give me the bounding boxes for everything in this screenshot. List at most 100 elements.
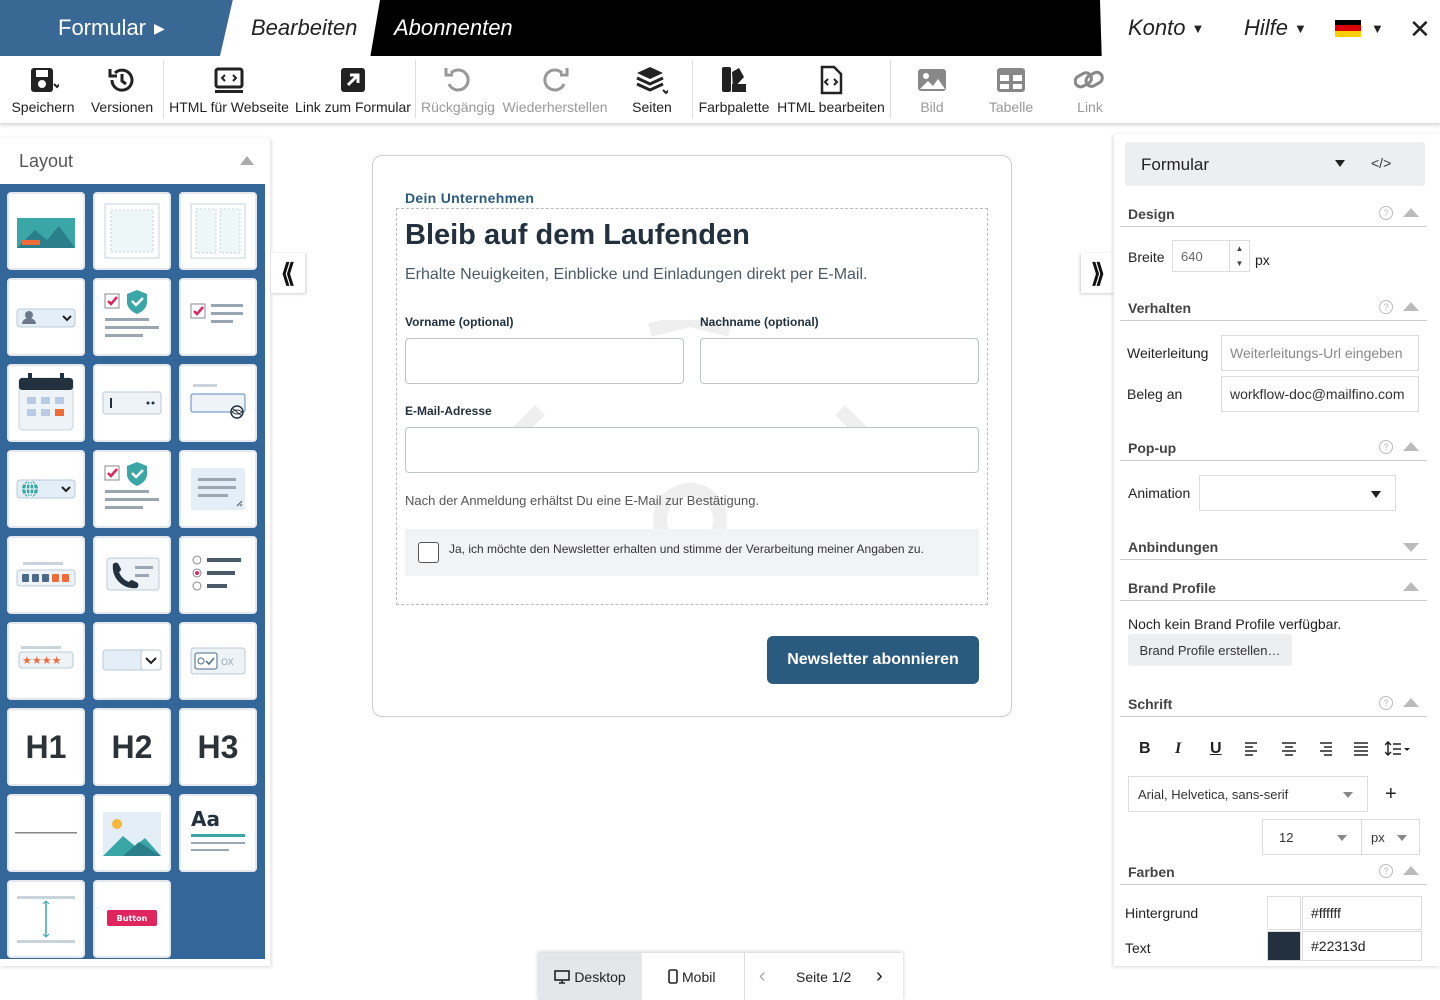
tile-rating[interactable]: ★★★★ [7, 622, 85, 700]
tile-privacy-consent[interactable] [93, 450, 171, 528]
width-input[interactable]: 640 [1172, 240, 1230, 272]
tile-heading-h2[interactable]: H2 [93, 708, 171, 786]
form-subtitle[interactable]: Erhalte Neuigkeiten, Einblicke und Einla… [405, 266, 867, 284]
prev-page-button[interactable]: ‹ [759, 953, 766, 1000]
add-font-button[interactable]: + [1385, 783, 1397, 806]
tile-password-input[interactable] [179, 364, 257, 442]
close-icon[interactable]: ✕ [1409, 14, 1431, 45]
link-form-button[interactable]: Link zum Formular [295, 56, 411, 124]
consent-checkbox[interactable] [418, 542, 439, 563]
tile-two-columns[interactable] [179, 192, 257, 270]
text-color-swatch[interactable] [1267, 931, 1301, 961]
section-font-header[interactable]: Schrift ? [1120, 691, 1427, 717]
pages-button[interactable]: Seiten [622, 56, 682, 124]
tile-code-input[interactable] [7, 536, 85, 614]
layout-panel-header[interactable]: Layout [0, 138, 270, 184]
collapse-up-icon[interactable] [1403, 582, 1419, 591]
tab-edit[interactable]: Bearbeiten [220, 0, 380, 56]
help-icon[interactable]: ? [1379, 206, 1393, 220]
help-icon[interactable]: ? [1379, 864, 1393, 878]
collapse-right-panel-button[interactable]: ⟫ [1081, 253, 1115, 293]
bold-button[interactable]: B [1139, 740, 1151, 758]
desktop-view-button[interactable]: Desktop [538, 953, 642, 1000]
tile-divider[interactable] [7, 794, 85, 872]
font-family-select[interactable]: Arial, Helvetica, sans-serif [1128, 776, 1368, 812]
tile-one-column[interactable] [93, 192, 171, 270]
bg-color-input[interactable]: #ffffff [1302, 896, 1422, 930]
palette-button[interactable]: Farbpalette [698, 56, 770, 124]
tile-textarea[interactable] [179, 450, 257, 528]
underline-button[interactable]: U [1210, 740, 1222, 758]
animation-select[interactable] [1199, 475, 1396, 511]
align-right-icon[interactable] [1318, 742, 1332, 756]
create-brand-profile-button[interactable]: Brand Profile erstellen… [1128, 634, 1292, 666]
mobile-view-button[interactable]: Mobil [668, 953, 715, 1000]
tile-dropdown[interactable] [93, 622, 171, 700]
code-icon[interactable]: </> [1371, 155, 1391, 171]
next-page-button[interactable]: › [876, 953, 883, 1000]
tile-button[interactable]: Button [93, 880, 171, 958]
tile-hero-image[interactable] [7, 192, 85, 270]
collapse-up-icon[interactable] [240, 156, 254, 165]
collapse-up-icon[interactable] [1403, 442, 1419, 451]
tab-subscribers[interactable]: Abonnenten [394, 0, 513, 56]
tile-country-select[interactable] [7, 450, 85, 528]
firstname-input[interactable] [405, 338, 684, 384]
language-menu[interactable]: ▼ [1335, 0, 1384, 56]
section-brand-header[interactable]: Brand Profile [1120, 575, 1427, 601]
versions-button[interactable]: Versionen [87, 56, 157, 124]
section-behavior-header[interactable]: Verhalten ? [1120, 295, 1427, 321]
redo-button[interactable]: Wiederherstellen [502, 56, 608, 124]
tile-radio-group[interactable] [179, 536, 257, 614]
receipt-email-input[interactable]: workflow-doc@mailfino.com [1221, 376, 1419, 412]
tile-spacer[interactable] [7, 880, 85, 958]
save-button[interactable]: Speichern [8, 56, 78, 124]
html-webpage-button[interactable]: HTML für Webseite [169, 56, 289, 124]
edit-html-button[interactable]: HTML bearbeiten [777, 56, 885, 124]
tile-heading-h1[interactable]: H1 [7, 708, 85, 786]
link-button[interactable]: Link [1060, 56, 1120, 124]
help-menu[interactable]: Hilfe ▼ [1244, 0, 1307, 56]
tile-toggle[interactable]: OX [179, 622, 257, 700]
section-integrations-header[interactable]: Anbindungen [1120, 534, 1427, 560]
tile-image[interactable] [93, 794, 171, 872]
collapse-up-icon[interactable] [1403, 302, 1419, 311]
table-button[interactable]: Tabelle [981, 56, 1041, 124]
text-color-input[interactable]: #22313d [1302, 931, 1422, 961]
section-colors-header[interactable]: Farben ? [1120, 859, 1427, 885]
section-popup-header[interactable]: Pop-up ? [1120, 435, 1427, 461]
stepper-up-icon[interactable]: ▲ [1236, 244, 1244, 253]
align-center-icon[interactable] [1282, 742, 1296, 756]
tile-checkbox-text[interactable] [179, 278, 257, 356]
collapse-up-icon[interactable] [1403, 866, 1419, 875]
tile-salutation-select[interactable] [7, 278, 85, 356]
help-icon[interactable]: ? [1379, 696, 1393, 710]
tile-heading-h3[interactable]: H3 [179, 708, 257, 786]
image-button[interactable]: Bild [902, 56, 962, 124]
bg-color-swatch[interactable] [1267, 896, 1301, 930]
collapse-up-icon[interactable] [1403, 698, 1419, 707]
tab-formular[interactable]: Formular ▶ [0, 0, 240, 56]
tile-date-picker[interactable] [7, 364, 85, 442]
expand-down-icon[interactable] [1403, 543, 1419, 552]
section-design-header[interactable]: Design ? [1120, 201, 1427, 227]
form-title[interactable]: Bleib auf dem Laufenden [405, 219, 750, 252]
italic-button[interactable]: I [1175, 740, 1181, 758]
undo-button[interactable]: Rückgängig [421, 56, 495, 124]
tile-text[interactable]: Aa [179, 794, 257, 872]
help-icon[interactable]: ? [1379, 440, 1393, 454]
lastname-input[interactable] [700, 338, 979, 384]
font-unit-select[interactable]: px [1361, 819, 1420, 855]
align-left-icon[interactable] [1245, 742, 1259, 756]
element-select[interactable]: Formular </> [1125, 142, 1425, 186]
collapse-left-panel-button[interactable]: ⟪ [271, 253, 305, 293]
redirect-url-input[interactable]: Weiterleitungs-Url eingeben [1221, 335, 1419, 371]
tile-phone-input[interactable] [93, 536, 171, 614]
subscribe-button[interactable]: Newsletter abonnieren [767, 636, 979, 684]
width-stepper[interactable]: ▲ ▼ [1230, 240, 1250, 272]
tile-text-input[interactable] [93, 364, 171, 442]
line-height-icon[interactable] [1385, 741, 1411, 757]
align-justify-icon[interactable] [1354, 742, 1368, 756]
tile-consent-checkbox-shield[interactable] [93, 278, 171, 356]
font-size-select[interactable]: 12 [1262, 819, 1362, 855]
